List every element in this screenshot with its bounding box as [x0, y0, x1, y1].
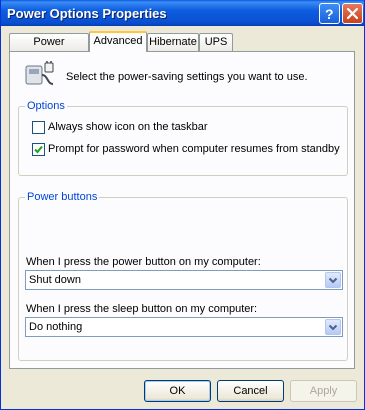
tab-power-schemes[interactable]: Power Schemes	[9, 33, 89, 64]
power-button-dropdown-arrow[interactable]	[325, 272, 341, 288]
sleep-button-value: Do nothing	[29, 321, 83, 333]
help-button[interactable]: ?	[319, 3, 340, 24]
chevron-down-icon	[328, 324, 338, 331]
tab-ups[interactable]: UPS	[199, 33, 233, 51]
options-group: Options Always show icon on the taskbar …	[18, 100, 348, 176]
checkmark-icon	[34, 145, 43, 154]
sleep-button-label: When I press the sleep button on my comp…	[26, 303, 258, 315]
chevron-down-icon	[328, 277, 338, 284]
taskbar-icon-label[interactable]: Always show icon on the taskbar	[48, 121, 208, 133]
ok-button[interactable]: OK	[144, 380, 211, 402]
sleep-button-dropdown[interactable]: Do nothing	[25, 317, 343, 337]
advanced-tab-panel: Select the power-saving settings you wan…	[9, 51, 355, 369]
power-button-dropdown[interactable]: Shut down	[25, 270, 343, 290]
power-button-value: Shut down	[29, 274, 81, 286]
sleep-button-dropdown-arrow[interactable]	[325, 319, 341, 335]
password-prompt-label[interactable]: Prompt for password when computer resume…	[48, 143, 340, 155]
power-plug-icon	[25, 61, 54, 85]
power-buttons-legend: Power buttons	[25, 191, 100, 203]
power-buttons-group: Power buttons When I press the power but…	[18, 191, 348, 361]
tab-advanced[interactable]: Advanced	[89, 31, 147, 52]
window-title: Power Options Properties	[7, 6, 167, 21]
power-button-label: When I press the power button on my comp…	[26, 256, 261, 268]
tab-hibernate[interactable]: Hibernate	[147, 33, 199, 51]
power-options-window: Power Options Properties ? Power Schemes…	[0, 0, 365, 410]
close-button[interactable]	[342, 3, 363, 24]
close-x-icon	[346, 7, 359, 20]
tab-label: Hibernate	[149, 36, 197, 48]
cancel-button[interactable]: Cancel	[217, 380, 284, 402]
taskbar-icon-checkbox[interactable]	[32, 121, 45, 134]
tab-label: UPS	[204, 36, 228, 48]
tab-label: Advanced	[93, 35, 143, 47]
apply-button[interactable]: Apply	[290, 380, 357, 402]
svg-text:?: ?	[325, 6, 334, 22]
question-mark-icon: ?	[325, 6, 334, 22]
options-legend: Options	[25, 100, 67, 112]
title-bar[interactable]: Power Options Properties ?	[1, 0, 364, 26]
password-prompt-checkbox[interactable]	[32, 143, 45, 156]
intro-text: Select the power-saving settings you wan…	[66, 71, 308, 83]
